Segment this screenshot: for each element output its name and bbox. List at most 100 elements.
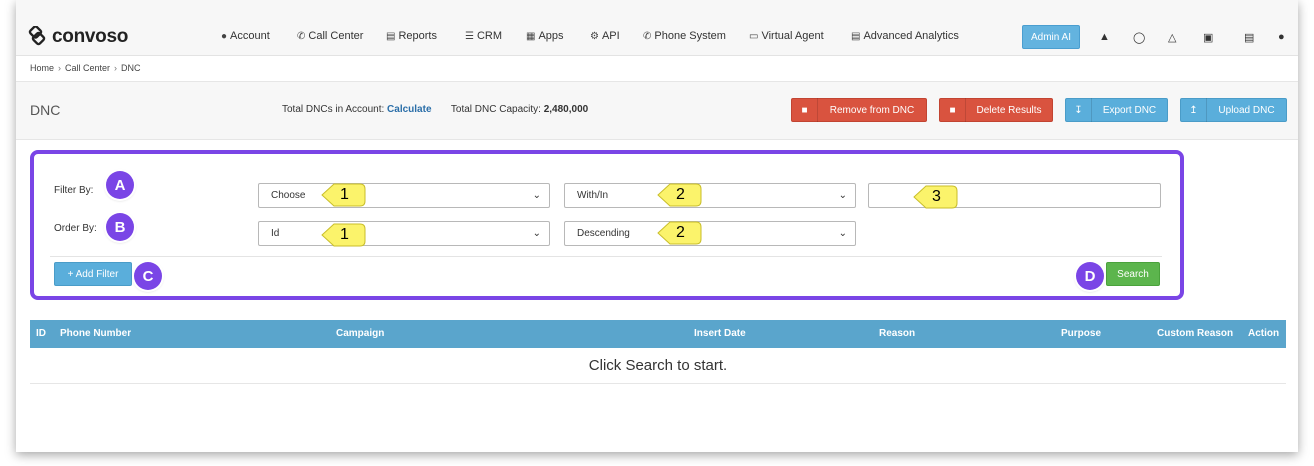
phone-icon: ✆ [643,30,652,42]
filter-field-select[interactable]: Choose ⌄ [258,183,550,208]
search-button[interactable]: Search [1106,262,1160,286]
nav-virtual-agent[interactable]: ▭ Virtual Agent [749,30,824,42]
flask-icon[interactable]: △ [1168,31,1176,44]
user-profile-icon[interactable]: ● [1278,31,1285,43]
nav-reports[interactable]: ▤ Reports [386,30,437,42]
nav-phone-system[interactable]: ✆ Phone System [643,30,726,42]
annotation-badge-c: C [134,262,162,290]
download-icon: ↧ [1066,98,1092,122]
upload-icon: ↥ [1181,98,1207,122]
lightbulb-icon[interactable]: ◯ [1133,31,1145,44]
chevron-down-icon: ⌄ [838,228,847,239]
bar-chart-icon: ▤ [386,30,396,42]
col-purpose[interactable]: Purpose [1061,328,1101,339]
chat-icon[interactable]: ▣ [1203,31,1213,44]
callout-number: 2 [676,224,685,241]
admin-ai-button[interactable]: Admin AI [1022,25,1080,49]
total-dnc-label: Total DNCs in Account: [282,104,385,115]
callout-number: 2 [676,186,685,203]
panel-divider [50,256,1162,257]
callout-number: 3 [932,188,941,205]
page-title: DNC [30,102,61,118]
clipboard-icon[interactable]: ▤ [1244,31,1254,44]
nav-apps[interactable]: ▦ Apps [526,30,564,42]
bell-icon[interactable]: ▲ [1099,31,1110,43]
upload-dnc-button[interactable]: ↥ Upload DNC [1180,98,1287,122]
callout-number: 1 [340,186,349,203]
callout-number: 1 [340,226,349,243]
col-action[interactable]: Action [1248,328,1279,339]
chevron-down-icon: ⌄ [838,190,847,201]
callout-3-filter-value: 3 [912,184,958,210]
monitor-icon: ▭ [749,30,759,42]
calculate-link[interactable]: Calculate [387,104,431,115]
col-insert-date[interactable]: Insert Date [694,328,746,339]
capacity-value: 2,480,000 [543,104,589,115]
nav-call-center-label: Call Center [308,30,364,42]
app-window: convoso ● Account ✆ Call Center ▤ Report… [16,0,1298,452]
nav-account-label: Account [230,30,270,42]
brand-name: convoso [52,26,129,47]
annotation-badge-a: A [106,171,134,199]
filter-panel: Filter By: Order By: Choose ⌄ With/In ⌄ … [30,150,1184,300]
nav-crm-label: CRM [476,30,503,42]
breadcrumb-dnc: DNC [121,63,141,73]
order-field-select[interactable]: Id ⌄ [258,221,550,246]
convoso-logo-icon [28,26,46,46]
nav-virtual-agent-label: Virtual Agent [761,30,824,42]
filter-by-label: Filter By: [54,185,94,196]
top-navbar: convoso ● Account ✆ Call Center ▤ Report… [16,0,1298,56]
filter-operator-select[interactable]: With/In ⌄ [564,183,856,208]
chevron-right-icon: › [114,63,118,73]
order-field-value: Id [271,228,280,239]
nav-apps-label: Apps [538,30,564,42]
nav-reports-label: Reports [398,30,437,42]
bar-chart-icon: ▤ [851,30,861,42]
col-phone-number[interactable]: Phone Number [60,328,131,339]
callout-2-order-direction: 2 [656,220,702,246]
add-filter-button[interactable]: + Add Filter [54,262,132,286]
breadcrumb: Home › Call Center › DNC [30,63,141,73]
filter-field-value: Choose [271,190,306,201]
nav-advanced-analytics[interactable]: ▤ Advanced Analytics [851,30,959,42]
annotation-badge-b: B [106,213,134,241]
chevron-right-icon: › [58,63,62,73]
capacity-label: Total DNC Capacity: [450,104,541,115]
order-direction-value: Descending [577,228,630,239]
results-table-header: ID Phone Number Campaign Insert Date Rea… [30,320,1286,348]
nav-api-label: API [601,30,620,42]
delete-results-button[interactable]: ■ Delete Results [939,98,1053,122]
list-icon: ☰ [465,30,474,42]
dnc-totals: Total DNCs in Account: Calculate Total D… [282,104,588,115]
col-custom-reason[interactable]: Custom Reason [1157,328,1233,339]
annotation-badge-d: D [1076,262,1104,290]
remove-from-dnc-button[interactable]: ■ Remove from DNC [791,98,927,122]
phone-icon: ✆ [297,30,306,42]
export-dnc-button[interactable]: ↧ Export DNC [1065,98,1168,122]
callout-1-filter-field: 1 [320,182,366,208]
col-campaign[interactable]: Campaign [336,328,384,339]
breadcrumb-bar [16,56,1298,82]
grid-icon: ▦ [526,30,536,42]
trash-icon: ■ [940,98,966,122]
order-by-label: Order By: [54,223,97,234]
nav-advanced-analytics-label: Advanced Analytics [863,30,959,42]
nav-phone-system-label: Phone System [654,30,726,42]
gear-icon: ⚙ [590,30,599,42]
col-reason[interactable]: Reason [879,328,915,339]
user-icon: ● [221,30,228,42]
breadcrumb-call-center[interactable]: Call Center [65,63,110,73]
nav-call-center[interactable]: ✆ Call Center [297,30,363,42]
nav-api[interactable]: ⚙ API [590,30,620,42]
order-direction-select[interactable]: Descending ⌄ [564,221,856,246]
callout-1-order-field: 1 [320,222,366,248]
page-header: DNC Total DNCs in Account: Calculate Tot… [16,82,1298,140]
breadcrumb-home[interactable]: Home [30,63,54,73]
chevron-down-icon: ⌄ [532,190,541,201]
chevron-down-icon: ⌄ [532,228,541,239]
brand-logo[interactable]: convoso [26,26,128,48]
nav-account[interactable]: ● Account [221,30,270,42]
col-id[interactable]: ID [36,328,46,339]
nav-crm[interactable]: ☰ CRM [465,30,502,42]
trash-icon: ■ [792,98,818,122]
